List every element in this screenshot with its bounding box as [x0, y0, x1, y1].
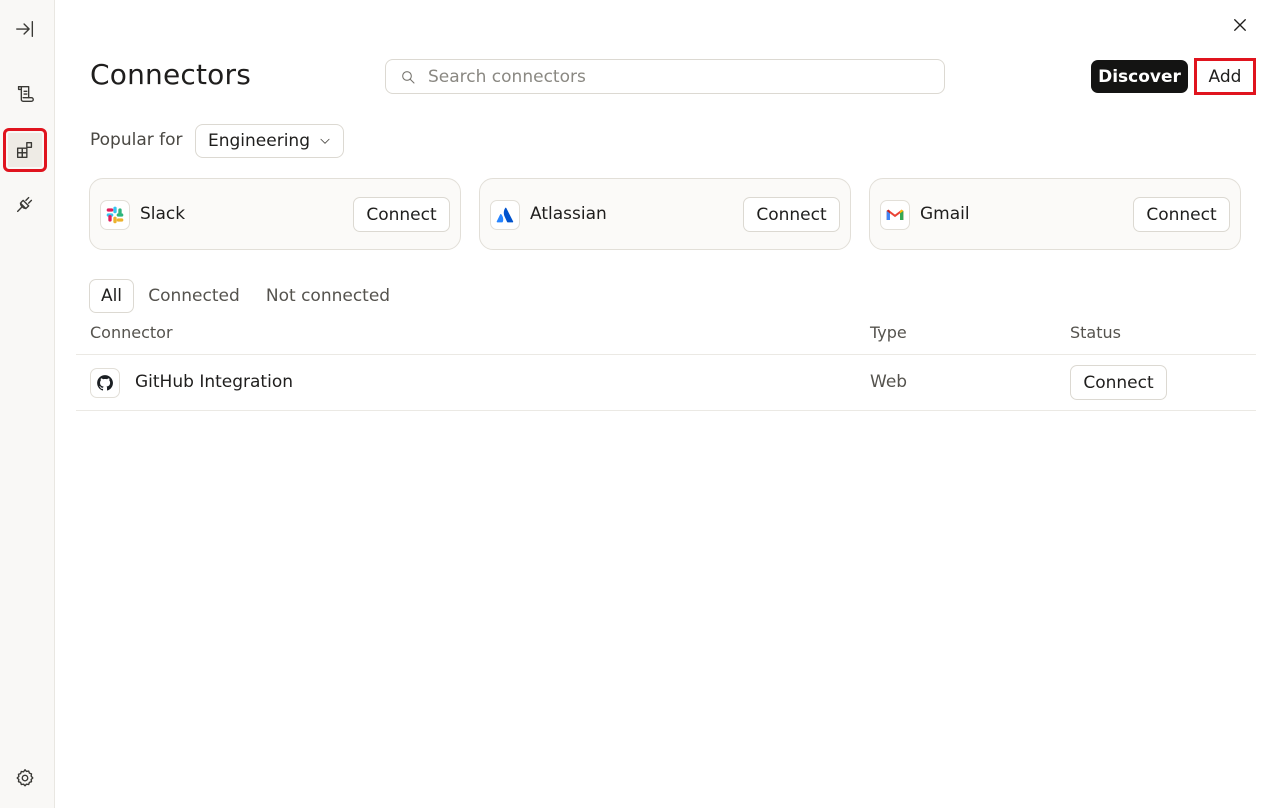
close-icon — [1234, 19, 1246, 31]
expand-sidebar-button[interactable] — [8, 12, 42, 46]
connector-name: GitHub Integration — [135, 372, 293, 392]
column-header-status: Status — [1070, 323, 1121, 342]
connector-card-gmail: Gmail Connect — [869, 178, 1241, 250]
search-input[interactable] — [428, 66, 908, 87]
connect-gmail-button[interactable]: Connect — [1133, 197, 1230, 232]
column-header-type: Type — [870, 323, 907, 342]
column-header-connector: Connector — [90, 323, 173, 342]
gear-icon — [16, 769, 34, 787]
connect-github-button[interactable]: Connect — [1070, 365, 1167, 400]
table-divider — [76, 354, 1256, 355]
tab-all[interactable]: All — [89, 279, 134, 313]
sidebar-item-history[interactable] — [8, 77, 42, 111]
settings-button[interactable] — [8, 761, 42, 795]
connect-atlassian-button[interactable]: Connect — [743, 197, 840, 232]
add-button[interactable]: Add — [1194, 58, 1256, 95]
github-icon — [90, 368, 120, 398]
close-button[interactable] — [1226, 11, 1254, 39]
sidebar-item-connectors[interactable] — [3, 128, 47, 172]
card-name: Gmail — [920, 204, 970, 224]
scroll-icon — [17, 85, 34, 103]
tab-connected[interactable]: Connected — [140, 279, 248, 313]
tab-not-connected[interactable]: Not connected — [258, 279, 398, 313]
expand-sidebar-icon — [16, 20, 34, 38]
table-row-divider — [76, 410, 1256, 411]
popular-for-label: Popular for — [90, 130, 183, 150]
chevron-down-icon — [320, 138, 330, 144]
connector-type: Web — [870, 372, 908, 392]
category-dropdown-value: Engineering — [208, 131, 310, 151]
sidebar-rail — [0, 0, 55, 808]
page-title: Connectors — [90, 58, 252, 91]
card-name: Slack — [140, 204, 186, 224]
connector-card-atlassian: Atlassian Connect — [479, 178, 851, 250]
sidebar-item-plugins[interactable] — [8, 187, 42, 221]
connect-slack-button[interactable]: Connect — [353, 197, 450, 232]
discover-button[interactable]: Discover — [1091, 60, 1188, 93]
category-dropdown[interactable]: Engineering — [195, 124, 344, 158]
search-box[interactable] — [385, 59, 945, 94]
plug-icon — [16, 196, 33, 213]
gmail-icon — [880, 200, 910, 230]
connector-card-slack: Slack Connect — [89, 178, 461, 250]
search-icon — [402, 70, 415, 84]
connectors-app: Connectors Discover Add Popular for Engi… — [0, 0, 1270, 808]
connectors-icon — [16, 141, 33, 159]
atlassian-icon — [490, 200, 520, 230]
card-name: Atlassian — [530, 204, 607, 224]
slack-icon — [100, 200, 130, 230]
